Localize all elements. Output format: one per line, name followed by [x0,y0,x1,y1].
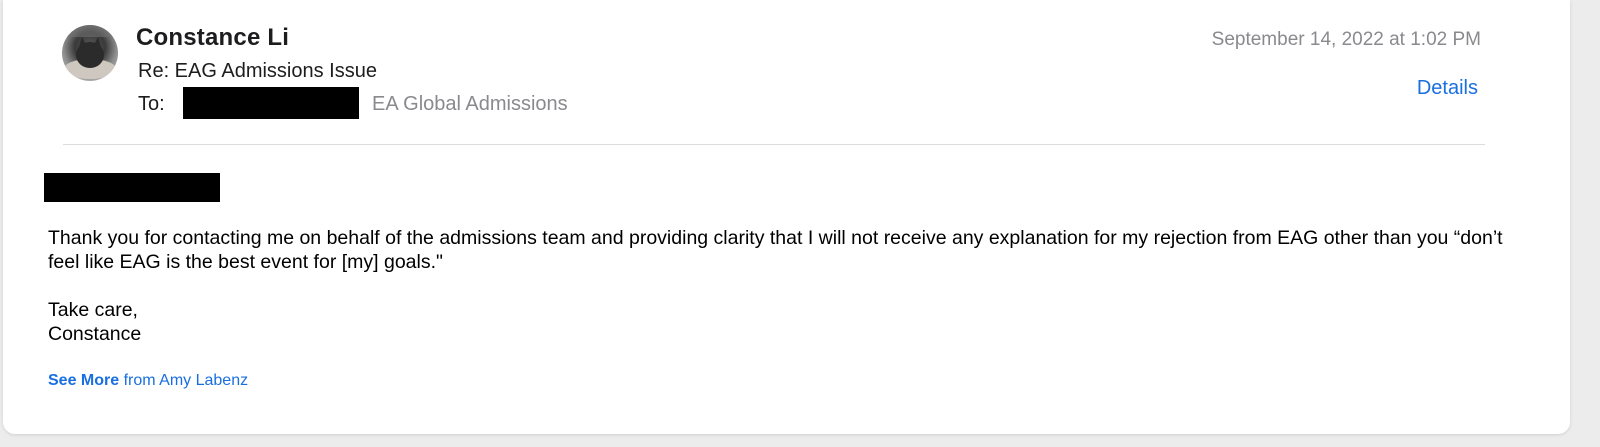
see-more-link[interactable]: See More [48,372,119,389]
message-date: September 14, 2022 at 1:02 PM [1211,29,1481,50]
body-paragraph: Thank you for contacting me on behalf of… [48,227,1503,273]
redacted-greeting [44,173,220,202]
to-label: To: [138,93,165,115]
signature: Constance [48,323,142,345]
see-more-suffix[interactable]: from Amy Labenz [124,372,249,389]
header-divider [63,144,1485,145]
see-more-row: See More from Amy Labenz [48,372,248,390]
details-link[interactable]: Details [1417,77,1478,100]
message-card: Constance Li Re: EAG Admissions Issue To… [3,0,1570,434]
message-subject: Re: EAG Admissions Issue [138,60,377,82]
signoff: Take care, [48,299,138,321]
recipient-name[interactable]: EA Global Admissions [372,93,568,116]
redacted-recipient [183,87,359,119]
sender-name[interactable]: Constance Li [136,24,289,52]
message-body: Thank you for contacting me on behalf of… [48,226,1518,346]
avatar-photo-icon [62,25,118,79]
avatar[interactable] [62,25,118,81]
